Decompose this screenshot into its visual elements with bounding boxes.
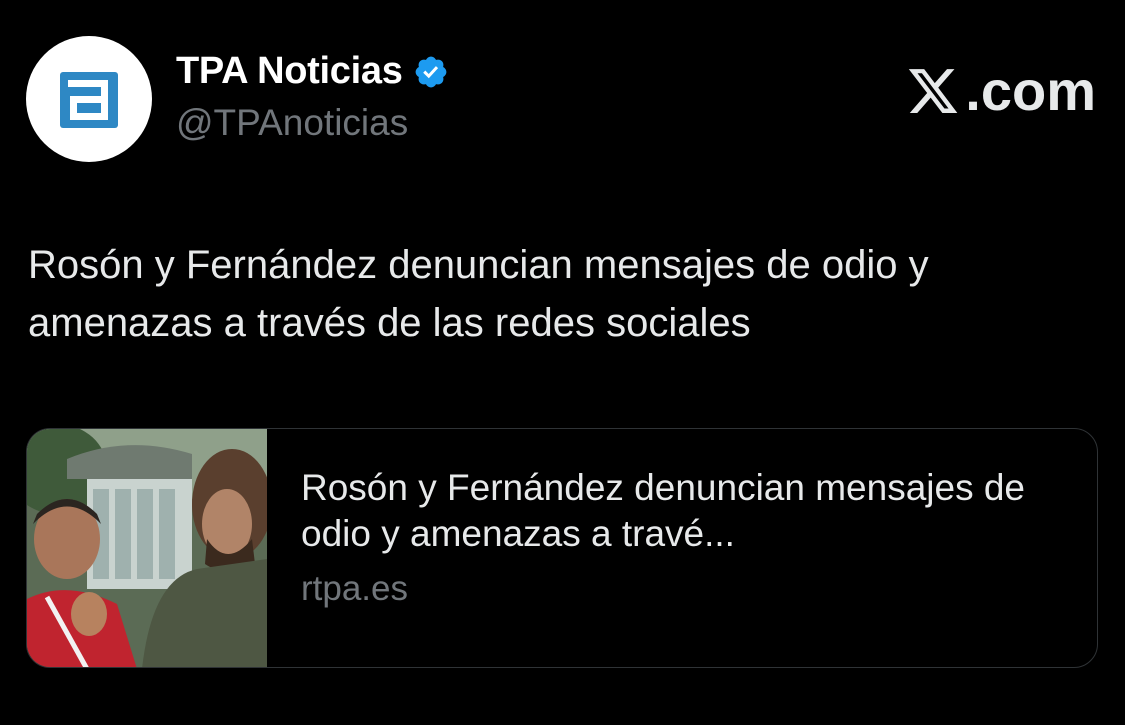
link-preview-body: Rosón y Fernández denuncian mensajes de … xyxy=(301,465,1071,609)
x-com-brand: .com xyxy=(905,58,1096,123)
avatar[interactable] xyxy=(26,36,152,162)
brand-suffix: .com xyxy=(965,59,1096,122)
tweet-header: TPA Noticias @TPAnoticias .com xyxy=(26,36,1096,166)
link-preview-card[interactable]: Rosón y Fernández denuncian mensajes de … xyxy=(26,428,1098,668)
author-name-row: TPA Noticias xyxy=(176,50,449,93)
author-display-name[interactable]: TPA Noticias xyxy=(176,50,403,93)
author-handle[interactable]: @TPAnoticias xyxy=(176,102,408,144)
link-preview-title[interactable]: Rosón y Fernández denuncian mensajes de … xyxy=(301,465,1071,557)
link-preview-domain[interactable]: rtpa.es xyxy=(301,569,1071,609)
tweet-text: Rosón y Fernández denuncian mensajes de … xyxy=(28,243,929,345)
link-preview-thumbnail xyxy=(27,429,267,667)
tpa-logo-icon xyxy=(60,72,118,128)
x-logo-icon xyxy=(909,68,958,113)
thumbnail-photo xyxy=(27,429,267,667)
verified-badge-icon xyxy=(415,56,446,87)
